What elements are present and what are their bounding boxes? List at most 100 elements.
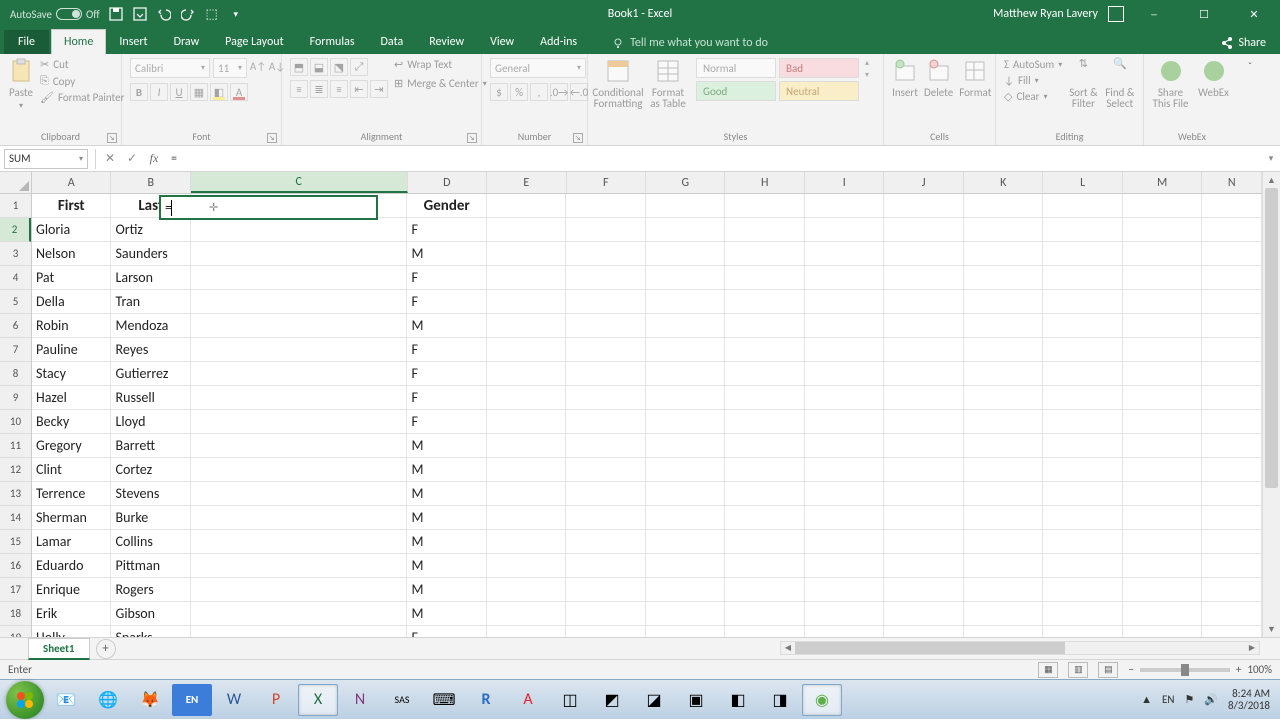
cell[interactable]: Gutierrez	[111, 362, 190, 386]
column-header-L[interactable]: L	[1043, 172, 1122, 193]
row-header-4[interactable]: 4	[0, 266, 31, 290]
cell[interactable]	[964, 338, 1043, 362]
taskbar-powerpoint-icon[interactable]: P	[256, 684, 296, 716]
style-neutral[interactable]: Neutral	[779, 81, 859, 101]
cell[interactable]	[884, 458, 963, 482]
cell[interactable]	[884, 578, 963, 602]
normal-view-icon[interactable]: ▦	[1038, 662, 1058, 678]
column-header-J[interactable]: J	[884, 172, 963, 193]
cell[interactable]	[1043, 290, 1122, 314]
cell[interactable]	[191, 410, 408, 434]
tray-network-icon[interactable]: 🔊	[1204, 693, 1218, 706]
row-header-15[interactable]: 15	[0, 530, 31, 554]
cell[interactable]	[964, 626, 1043, 637]
align-left-icon[interactable]: ≡	[290, 80, 308, 98]
cell[interactable]: Pauline	[32, 338, 111, 362]
cell[interactable]: Collins	[111, 530, 190, 554]
cell[interactable]	[566, 218, 645, 242]
taskbar-app4-icon[interactable]: ▣	[676, 684, 716, 716]
cell[interactable]	[964, 554, 1043, 578]
row-header-7[interactable]: 7	[0, 338, 31, 362]
cell[interactable]	[725, 386, 804, 410]
cell[interactable]: Terrence	[32, 482, 111, 506]
cell[interactable]	[884, 626, 963, 637]
redo-icon[interactable]	[180, 6, 196, 22]
row-header-10[interactable]: 10	[0, 410, 31, 434]
cell[interactable]	[1202, 506, 1262, 530]
cell[interactable]	[487, 266, 566, 290]
cell[interactable]: Lloyd	[111, 410, 190, 434]
zoom-level[interactable]: 100%	[1247, 663, 1272, 676]
taskbar-app6-icon[interactable]: ◨	[760, 684, 800, 716]
cell[interactable]	[1202, 554, 1262, 578]
column-header-B[interactable]: B	[111, 172, 190, 193]
cell[interactable]	[191, 338, 408, 362]
align-middle-icon[interactable]: ⬓	[310, 58, 328, 76]
cell[interactable]	[964, 458, 1043, 482]
cell[interactable]	[646, 578, 725, 602]
vertical-scrollbar[interactable]: ▲ ▼	[1262, 172, 1280, 637]
cell[interactable]	[964, 482, 1043, 506]
bold-button[interactable]: B	[130, 83, 148, 101]
cell[interactable]	[487, 338, 566, 362]
alignment-dialog-launcher[interactable]: ↘	[467, 133, 477, 143]
cell[interactable]: M	[407, 578, 486, 602]
cell[interactable]	[964, 434, 1043, 458]
cell[interactable]: Pittman	[111, 554, 190, 578]
row-header-16[interactable]: 16	[0, 554, 31, 578]
column-header-E[interactable]: E	[487, 172, 566, 193]
tell-me-search[interactable]: Tell me what you want to do	[606, 32, 774, 54]
tab-data[interactable]: Data	[368, 29, 417, 54]
cell[interactable]	[566, 338, 645, 362]
cell[interactable]: Lamar	[32, 530, 111, 554]
cell[interactable]: Sparks	[111, 626, 190, 637]
row-header-5[interactable]: 5	[0, 290, 31, 314]
touch-mode-icon[interactable]: ⬚	[204, 6, 220, 22]
taskbar-outlook-icon[interactable]: 📧	[46, 684, 86, 716]
cell[interactable]	[725, 482, 804, 506]
taskbar-chrome-icon[interactable]: 🌐	[88, 684, 128, 716]
cell[interactable]	[1123, 218, 1202, 242]
cell[interactable]	[646, 554, 725, 578]
cell[interactable]: Stacy	[32, 362, 111, 386]
format-cells-button[interactable]: Format	[959, 58, 991, 98]
cell[interactable]	[487, 410, 566, 434]
cell[interactable]: M	[407, 530, 486, 554]
cell[interactable]	[884, 266, 963, 290]
row-header-8[interactable]: 8	[0, 362, 31, 386]
cell[interactable]: Holly	[32, 626, 111, 637]
zoom-in-icon[interactable]: +	[1236, 663, 1241, 676]
tab-add-ins[interactable]: Add-ins	[527, 29, 590, 54]
underline-button[interactable]: U	[170, 83, 188, 101]
cell[interactable]	[805, 410, 884, 434]
cell[interactable]	[1123, 338, 1202, 362]
cell[interactable]: Hazel	[32, 386, 111, 410]
scroll-right-arrow[interactable]: ▶	[1245, 642, 1259, 654]
cell[interactable]	[1202, 362, 1262, 386]
cell[interactable]	[1123, 458, 1202, 482]
cell[interactable]	[1043, 626, 1122, 637]
clear-button[interactable]: ◇Clear▾	[1004, 90, 1062, 103]
cell[interactable]	[884, 602, 963, 626]
cell[interactable]	[1202, 290, 1262, 314]
cell[interactable]	[884, 386, 963, 410]
cell[interactable]	[805, 242, 884, 266]
cell[interactable]: Stevens	[111, 482, 190, 506]
autosum-button[interactable]: ΣAutoSum▾	[1004, 58, 1062, 71]
undo-icon[interactable]	[156, 6, 172, 22]
cell[interactable]: Russell	[111, 386, 190, 410]
taskbar-app2-icon[interactable]: ◩	[592, 684, 632, 716]
cell[interactable]	[646, 314, 725, 338]
cell[interactable]	[1043, 386, 1122, 410]
cell[interactable]	[566, 290, 645, 314]
cell[interactable]: M	[407, 458, 486, 482]
cell[interactable]	[1043, 554, 1122, 578]
cell[interactable]	[566, 314, 645, 338]
cell[interactable]	[191, 458, 408, 482]
cell[interactable]	[805, 386, 884, 410]
scroll-up-arrow[interactable]: ▲	[1263, 172, 1280, 188]
cell[interactable]	[566, 266, 645, 290]
fill-button[interactable]: ↓Fill▾	[1004, 74, 1062, 87]
save-icon[interactable]	[108, 6, 124, 22]
maximize-button[interactable]: ☐	[1184, 0, 1224, 28]
